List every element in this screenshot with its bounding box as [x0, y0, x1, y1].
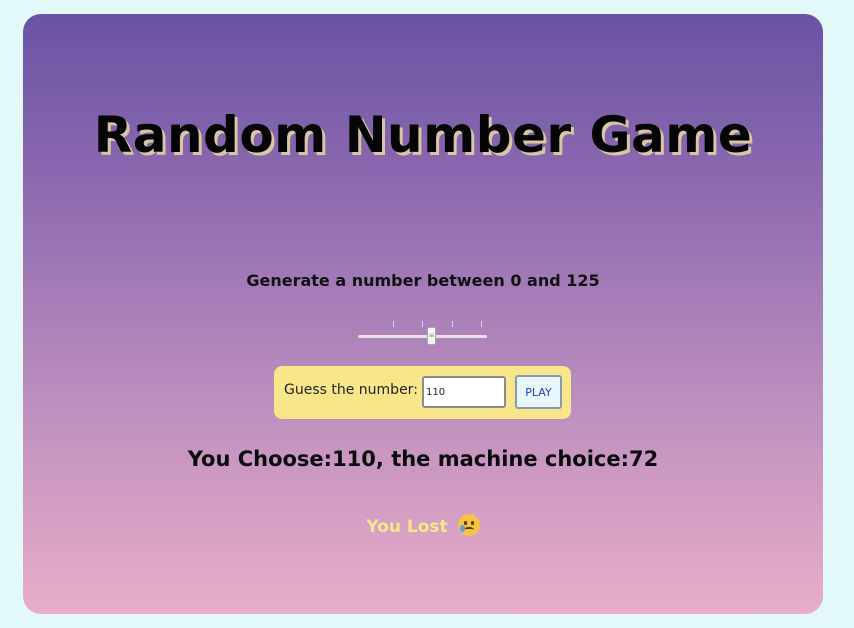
range-slider[interactable]: ≡ — [358, 321, 487, 347]
tear — [459, 525, 465, 532]
slider-track[interactable] — [358, 335, 487, 338]
slider-thumb[interactable]: ≡ — [427, 327, 436, 345]
mouth — [463, 527, 474, 532]
outcome-message: You Lost — [23, 514, 823, 537]
slider-tick — [422, 321, 423, 327]
result-text: You Choose:110, the machine choice:72 — [187, 447, 659, 471]
outcome-text: You Lost — [366, 517, 448, 537]
eye — [463, 521, 467, 525]
range-label: Generate a number between 0 and 125 — [246, 271, 600, 290]
page-title: Random Number Game — [93, 106, 753, 164]
eye — [470, 521, 474, 525]
game-card: Random Number Game Generate a number bet… — [23, 14, 823, 614]
guess-label: Guess the number: — [284, 382, 418, 398]
slider-tick — [452, 321, 453, 327]
sad-tear-face-icon — [457, 514, 480, 536]
guess-form: Guess the number: PLAY — [274, 366, 571, 419]
play-button[interactable]: PLAY — [515, 375, 562, 409]
guess-input[interactable] — [422, 376, 506, 408]
slider-tick — [481, 321, 482, 327]
slider-tick — [393, 321, 394, 327]
